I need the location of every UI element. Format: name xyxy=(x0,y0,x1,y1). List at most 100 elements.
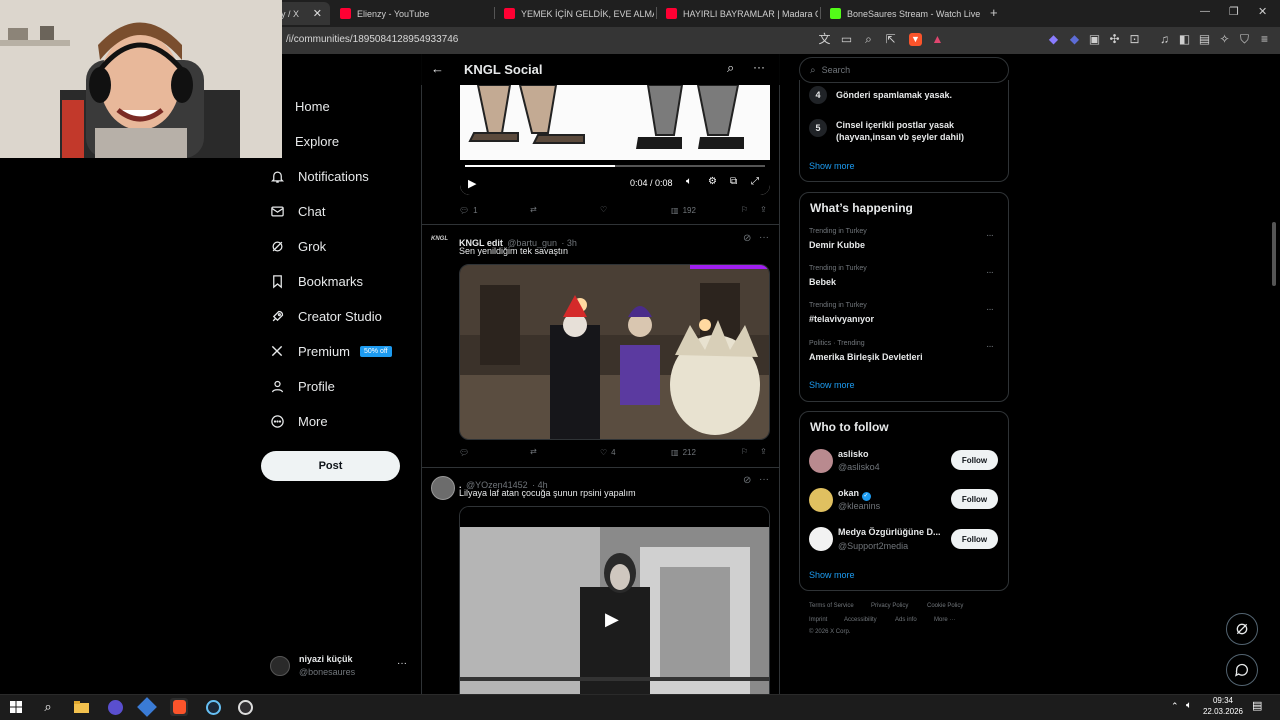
footer-link[interactable]: Ads info xyxy=(895,617,917,623)
new-tab-button[interactable]: + xyxy=(990,5,998,20)
play-icon[interactable]: ▶ xyxy=(468,177,476,190)
wallet-icon[interactable]: ▤ xyxy=(1198,33,1211,46)
messages-fab-button[interactable] xyxy=(1226,654,1258,686)
views-button[interactable]: ▥ 192 xyxy=(671,206,696,215)
like-button[interactable]: ♡ xyxy=(600,205,607,214)
user-name[interactable]: aslisko xyxy=(838,449,943,459)
like-button[interactable]: ♡ 4 xyxy=(600,448,616,457)
nav-profile[interactable]: Profile xyxy=(268,374,428,398)
zoom-icon[interactable]: ⌕ xyxy=(862,33,875,46)
trend-name[interactable]: Bebek xyxy=(809,277,836,287)
avatar[interactable] xyxy=(431,476,455,500)
show-more-link[interactable]: Show more xyxy=(809,161,855,171)
restore-icon[interactable]: ❐ xyxy=(1229,5,1239,18)
show-more-link[interactable]: Show more xyxy=(809,380,855,390)
avatar[interactable] xyxy=(809,449,833,473)
search-icon[interactable]: ⌕ xyxy=(727,60,734,76)
speaker-icon[interactable]: 🔈︎ xyxy=(1186,700,1192,711)
footer-link[interactable]: More ··· xyxy=(934,617,955,623)
steam-icon[interactable] xyxy=(204,698,222,716)
more-dots-icon[interactable]: ··· xyxy=(753,60,765,74)
trend-name[interactable]: Demir Kubbe xyxy=(809,240,865,250)
tab-youtube-yemek[interactable]: YEMEK İÇİN GELDİK, EVE ALMADILAR xyxy=(496,2,654,25)
url-field[interactable]: /i/communities/1895084128954933746 xyxy=(286,34,458,45)
grok-icon[interactable]: ⊘ xyxy=(743,475,751,486)
repost-button[interactable]: ⇄ xyxy=(530,447,537,456)
file-explorer-icon[interactable] xyxy=(72,698,90,716)
avatar[interactable] xyxy=(809,488,833,512)
nav-grok[interactable]: Grok xyxy=(268,234,428,258)
share-button[interactable]: ⇪ xyxy=(760,205,767,214)
follow-button[interactable]: Follow xyxy=(951,489,998,509)
minimize-icon[interactable]: — xyxy=(1200,6,1210,17)
post-video[interactable]: ▶ 0:04 / 0:08 🔈︎ ⚙ ⧉ ⤢ xyxy=(460,85,770,195)
back-arrow-icon[interactable]: ← xyxy=(431,61,444,76)
footer-link[interactable]: Accessibility xyxy=(844,617,877,623)
post-video[interactable]: ▶ xyxy=(459,506,770,694)
nav-notifications[interactable]: Notifications xyxy=(268,164,428,188)
follow-button[interactable]: Follow xyxy=(951,450,998,470)
repost-button[interactable]: ⇄ xyxy=(530,205,537,214)
menu-icon[interactable]: ≡ xyxy=(1258,33,1271,46)
footer-link[interactable]: Terms of Service xyxy=(809,603,854,609)
tab-kick-stream[interactable]: BoneSaures Stream - Watch Live on K xyxy=(822,2,982,25)
trend-name[interactable]: #telavivyanıyor xyxy=(809,314,874,324)
screenshot-icon[interactable]: ⊡ xyxy=(1128,33,1141,46)
bookmark-button[interactable]: ⚐ xyxy=(741,447,748,456)
follow-button[interactable]: Follow xyxy=(951,529,998,549)
scrollbar[interactable] xyxy=(1272,222,1276,286)
post-video[interactable] xyxy=(459,264,770,440)
translate-icon[interactable]: 文 xyxy=(818,33,831,46)
brave-browser-icon[interactable] xyxy=(170,698,188,716)
settings-gear-icon[interactable]: ⚙ xyxy=(708,176,717,187)
media-icon[interactable]: ♫ xyxy=(1158,33,1171,46)
footer-link[interactable]: Cookie Policy xyxy=(927,603,963,609)
search-icon[interactable]: ⌕ xyxy=(39,698,57,716)
brave-rewards-icon[interactable]: ▲ xyxy=(931,33,944,46)
nav-more[interactable]: More xyxy=(268,409,428,433)
obs-icon[interactable] xyxy=(236,698,254,716)
post-button[interactable]: Post xyxy=(261,451,400,481)
app-icon[interactable] xyxy=(137,697,157,717)
nav-bookmarks[interactable]: Bookmarks xyxy=(268,269,428,293)
play-icon[interactable]: ▶ xyxy=(605,609,619,630)
notification-center-icon[interactable]: ▤ xyxy=(1252,699,1262,712)
volume-icon[interactable]: 🔈︎ xyxy=(686,176,692,187)
more-dots-icon[interactable]: ··· xyxy=(986,267,994,278)
brave-shield-icon[interactable]: ▼ xyxy=(909,33,922,46)
fullscreen-icon[interactable]: ⤢ xyxy=(751,176,759,187)
show-more-link[interactable]: Show more xyxy=(809,570,855,580)
footer-link[interactable]: Imprint xyxy=(809,617,827,623)
user-name[interactable]: Medya Özgürlüğüne D... xyxy=(838,527,943,537)
more-dots-icon[interactable]: ··· xyxy=(986,230,994,241)
avatar[interactable] xyxy=(809,527,833,551)
footer-link[interactable]: Privacy Policy xyxy=(871,603,908,609)
grok-icon[interactable]: ⊘ xyxy=(743,233,751,244)
puzzle-icon[interactable]: ✣ xyxy=(1108,33,1121,46)
tab-youtube-elienzy[interactable]: Elienzy - YouTube xyxy=(332,2,492,25)
tab-youtube-bayram[interactable]: HAYIRLI BAYRAMLAR | Madara Oldu xyxy=(658,2,818,25)
app-icon[interactable] xyxy=(106,698,124,716)
account-switcher[interactable]: niyazi küçük @bonesaures ··· xyxy=(268,652,413,682)
share-button[interactable]: ⇪ xyxy=(760,447,767,456)
reader-icon[interactable]: ▭ xyxy=(840,33,853,46)
nav-premium[interactable]: Premium 50% off xyxy=(268,339,428,363)
extension-icon[interactable]: ▣ xyxy=(1088,33,1101,46)
sidebar-icon[interactable]: ◧ xyxy=(1178,33,1191,46)
leo-ai-icon[interactable]: ✧ xyxy=(1218,33,1231,46)
avatar[interactable]: KNGL xyxy=(431,236,453,252)
extension-icon[interactable]: ◆ xyxy=(1068,33,1081,46)
views-button[interactable]: ▥ 212 xyxy=(671,448,696,457)
windows-start-icon[interactable] xyxy=(7,698,25,716)
share-icon[interactable]: ⇱ xyxy=(884,33,897,46)
reply-button[interactable]: 💬︎ xyxy=(459,448,469,457)
vpn-icon[interactable]: ⛉ xyxy=(1238,33,1251,46)
more-dots-icon[interactable]: ··· xyxy=(397,658,407,669)
more-dots-icon[interactable]: ··· xyxy=(759,474,769,485)
clock-time[interactable]: 09:34 xyxy=(1206,696,1240,705)
close-window-icon[interactable]: ✕ xyxy=(1258,5,1267,18)
clock-date[interactable]: 22.03.2026 xyxy=(1201,707,1245,716)
bookmark-button[interactable]: ⚐ xyxy=(741,205,748,214)
user-name[interactable]: okan ✓ xyxy=(838,488,871,501)
chevron-up-icon[interactable]: ⌃ xyxy=(1171,701,1179,712)
